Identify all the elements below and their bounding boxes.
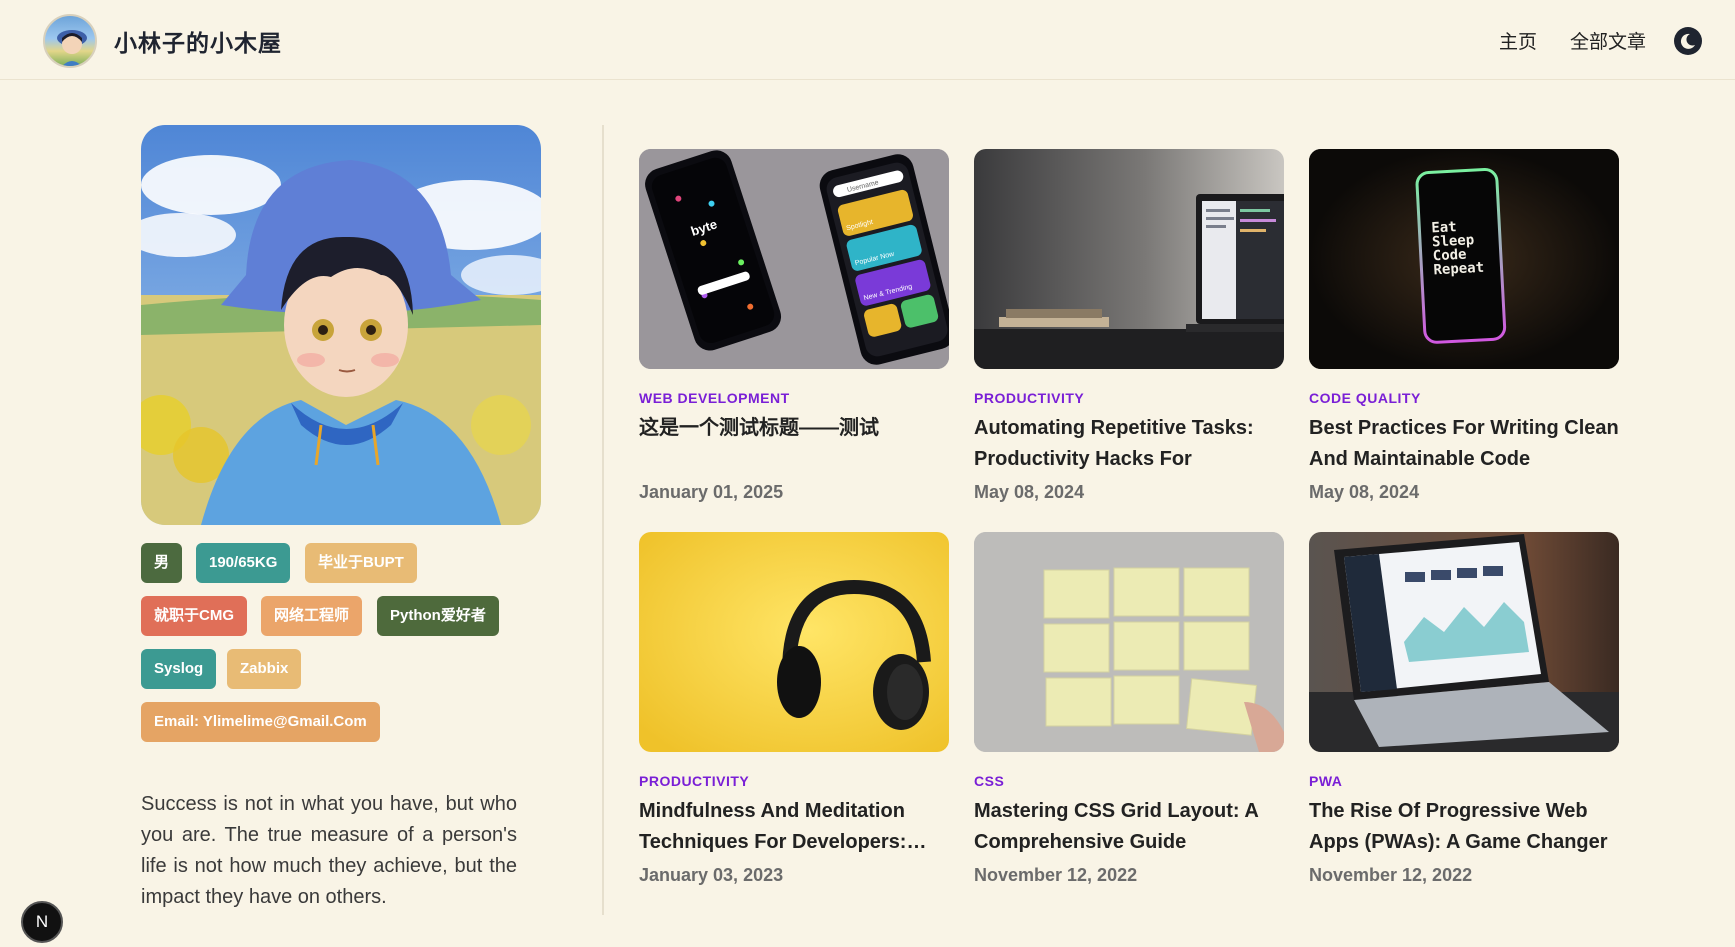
tag-zabbix: Zabbix bbox=[227, 649, 302, 689]
post-category-3[interactable]: CODE QUALITY bbox=[1309, 390, 1421, 406]
post-image-2[interactable] bbox=[974, 149, 1284, 369]
nav-all-articles[interactable]: 全部文章 bbox=[1570, 27, 1646, 54]
post-title-3[interactable]: Best Practices For Writing Clean And Mai… bbox=[1309, 413, 1621, 475]
post-title-1[interactable]: 这是一个测试标题——测试 bbox=[639, 413, 951, 444]
post-date-2: May 08, 2024 bbox=[974, 482, 1085, 502]
site-header: 小林子的小木屋 主页 全部文章 bbox=[0, 0, 1735, 80]
tag-gender: 男 bbox=[141, 543, 183, 583]
site-title[interactable]: 小林子的小木屋 bbox=[114, 24, 282, 58]
post-title-5[interactable]: Mastering CSS Grid Layout: A Comprehensi… bbox=[974, 796, 1286, 858]
post-image-1[interactable]: byte Username Spotlight Popular Now New … bbox=[639, 149, 949, 369]
post-date-1: January 01, 2025 bbox=[639, 482, 784, 502]
post-date-6: November 12, 2022 bbox=[1309, 865, 1473, 885]
tag-job: 网络工程师 bbox=[261, 596, 363, 636]
post-title-4[interactable]: Mindfulness And Meditation Techniques Fo… bbox=[639, 796, 951, 858]
post-title-2[interactable]: Automating Repetitive Tasks: Productivit… bbox=[974, 413, 1286, 475]
post-image-6[interactable] bbox=[1309, 532, 1619, 752]
neon-line-4: Repeat bbox=[1433, 260, 1484, 279]
post-category-5[interactable]: CSS bbox=[974, 773, 1004, 789]
nextjs-devtools-button[interactable]: N bbox=[21, 901, 63, 943]
tag-height-weight: 190/65KG bbox=[196, 543, 291, 583]
post-date-4: January 03, 2023 bbox=[639, 865, 784, 885]
tag-email[interactable]: Email: Ylimelime@Gmail.Com bbox=[141, 702, 380, 742]
tag-hobby: Python爱好者 bbox=[377, 596, 499, 636]
profile-illustration bbox=[141, 125, 541, 525]
column-divider bbox=[602, 125, 604, 915]
post-category-2[interactable]: PRODUCTIVITY bbox=[974, 390, 1084, 406]
post-date-5: November 12, 2022 bbox=[974, 865, 1138, 885]
post-date-3: May 08, 2024 bbox=[1309, 482, 1420, 502]
tag-syslog: Syslog bbox=[141, 649, 217, 689]
post-image-3[interactable]: Eat Sleep Code Repeat bbox=[1309, 149, 1619, 369]
logo-avatar[interactable] bbox=[43, 14, 97, 68]
post-image-5[interactable] bbox=[974, 532, 1284, 752]
profile-quote: Success is not in what you have, but who… bbox=[141, 793, 517, 908]
post-category-4[interactable]: PRODUCTIVITY bbox=[639, 773, 749, 789]
nav-home[interactable]: 主页 bbox=[1499, 27, 1537, 54]
tag-education: 毕业于BUPT bbox=[305, 543, 417, 583]
post-category-6[interactable]: PWA bbox=[1309, 773, 1342, 789]
moon-icon[interactable] bbox=[1674, 27, 1702, 55]
tag-employer: 就职于CMG bbox=[141, 596, 247, 636]
post-image-4[interactable] bbox=[639, 532, 949, 752]
post-category-1[interactable]: WEB DEVELOPMENT bbox=[639, 390, 790, 406]
post-title-6[interactable]: The Rise Of Progressive Web Apps (PWAs):… bbox=[1309, 796, 1621, 858]
